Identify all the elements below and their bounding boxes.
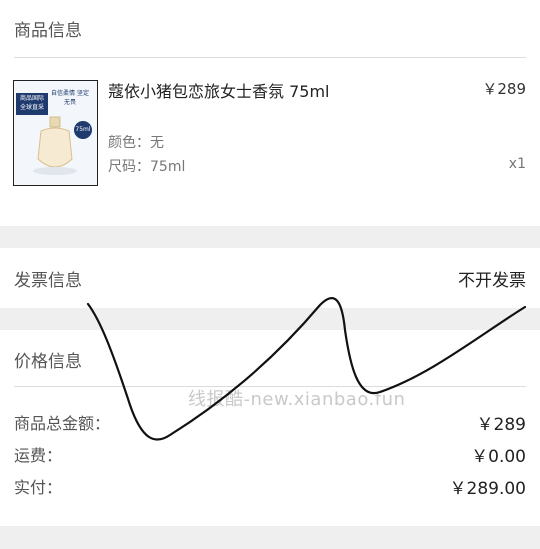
total-amount-label: 商品总金额： [14, 414, 111, 433]
product-thumbnail[interactable]: 商品国际 全球直采 自信柔情 坚定无畏 75ml [13, 80, 98, 186]
section-separator [0, 226, 540, 248]
size-tag-circle: 75ml [74, 121, 92, 139]
product-info-title: 商品信息 [14, 21, 82, 41]
invoice-section[interactable]: 发票信息 不开发票 [0, 248, 540, 308]
price-info-section: 价格信息 商品总金额： ￥289 运费： ￥0.00 实付： ￥289.00 [0, 330, 540, 526]
color-label: 颜色： [108, 135, 150, 151]
shipping-fee-value: ￥0.00 [471, 447, 526, 467]
size-label: 尺码： [108, 159, 150, 175]
total-amount-value: ￥289 [476, 415, 526, 435]
invoice-value[interactable]: 不开发票 [458, 266, 526, 291]
invoice-title: 发票信息 [14, 271, 82, 291]
watermark-text: 线报酷-new.xianbao.fun [188, 389, 406, 410]
section-separator [0, 526, 540, 549]
product-price: ￥289 [482, 80, 526, 98]
shipping-fee-label: 运费： [14, 446, 63, 465]
product-info-divider [14, 57, 526, 58]
price-info-title: 价格信息 [14, 352, 82, 372]
paid-amount-label: 实付： [14, 478, 63, 497]
size-value: 75ml [150, 159, 186, 175]
product-quantity: x1 [508, 156, 526, 172]
product-info-section: 商品信息 商品国际 全球直采 自信柔情 坚定无畏 75ml 蔻依小猪包恋旅女士香… [0, 0, 540, 226]
paid-amount-value: ￥289.00 [449, 479, 526, 499]
color-value: 无 [150, 135, 164, 151]
product-color: 颜色：无 [108, 132, 164, 152]
product-name[interactable]: 蔻依小猪包恋旅女士香氛 75ml [108, 78, 329, 102]
section-separator [0, 308, 540, 330]
product-size: 尺码：75ml [108, 156, 185, 176]
